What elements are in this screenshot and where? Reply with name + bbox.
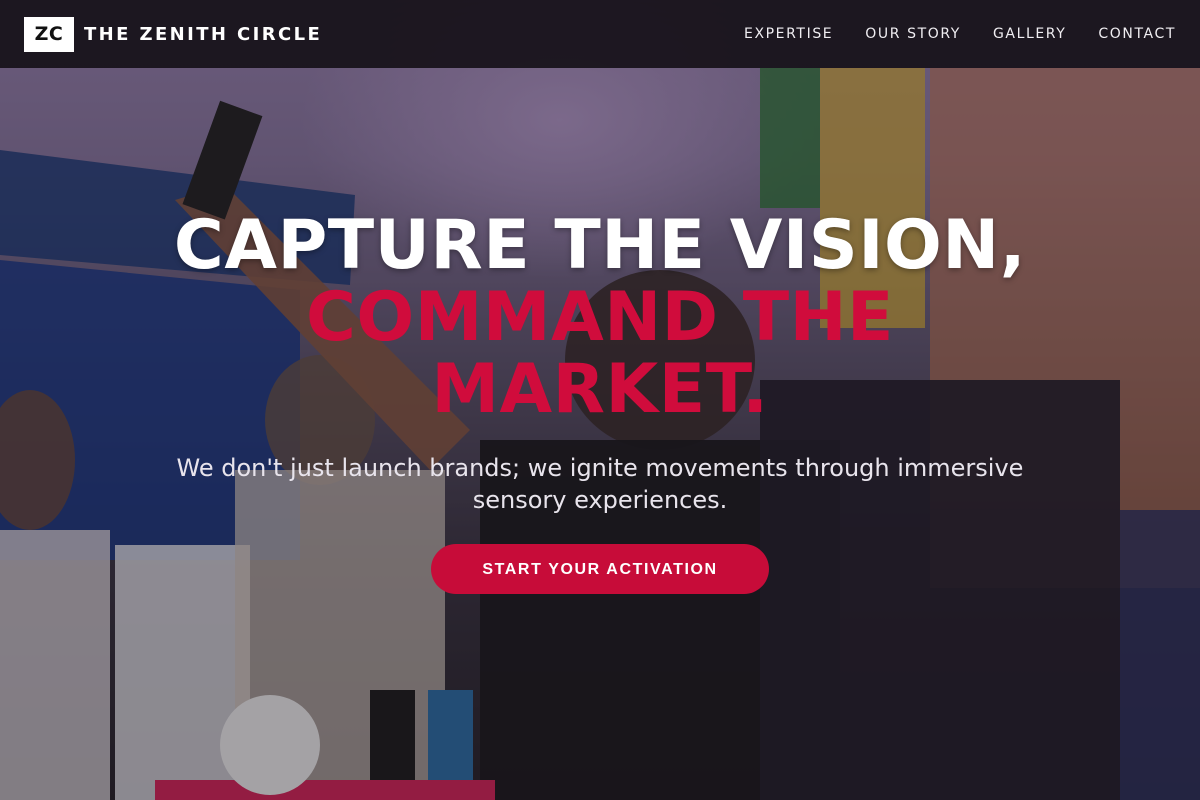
nav-link-expertise[interactable]: EXPERTISE <box>744 26 833 42</box>
top-navbar: ZC THE ZENITH CIRCLE EXPERTISE OUR STORY… <box>0 0 1200 68</box>
headline-white: CAPTURE THE VISION, <box>173 206 1027 285</box>
hero-headline: CAPTURE THE VISION, COMMAND THE MARKET. <box>0 210 1200 426</box>
headline-red: COMMAND THE MARKET. <box>306 278 894 429</box>
nav-link-contact[interactable]: CONTACT <box>1098 26 1176 42</box>
landing-page: ZC THE ZENITH CIRCLE EXPERTISE OUR STORY… <box>0 0 1200 800</box>
nav-link-gallery[interactable]: GALLERY <box>993 26 1066 42</box>
nav-links: EXPERTISE OUR STORY GALLERY CONTACT <box>712 26 1176 42</box>
brand-name[interactable]: THE ZENITH CIRCLE <box>84 24 322 45</box>
brand-logo[interactable]: ZC <box>24 16 74 52</box>
brand[interactable]: ZC THE ZENITH CIRCLE <box>24 16 322 52</box>
start-activation-button[interactable]: START YOUR ACTIVATION <box>431 544 769 594</box>
hero-subtext: We don't just launch brands; we ignite m… <box>176 454 1024 514</box>
hero-section: CAPTURE THE VISION, COMMAND THE MARKET. … <box>0 210 1200 594</box>
nav-link-our-story[interactable]: OUR STORY <box>865 26 961 42</box>
